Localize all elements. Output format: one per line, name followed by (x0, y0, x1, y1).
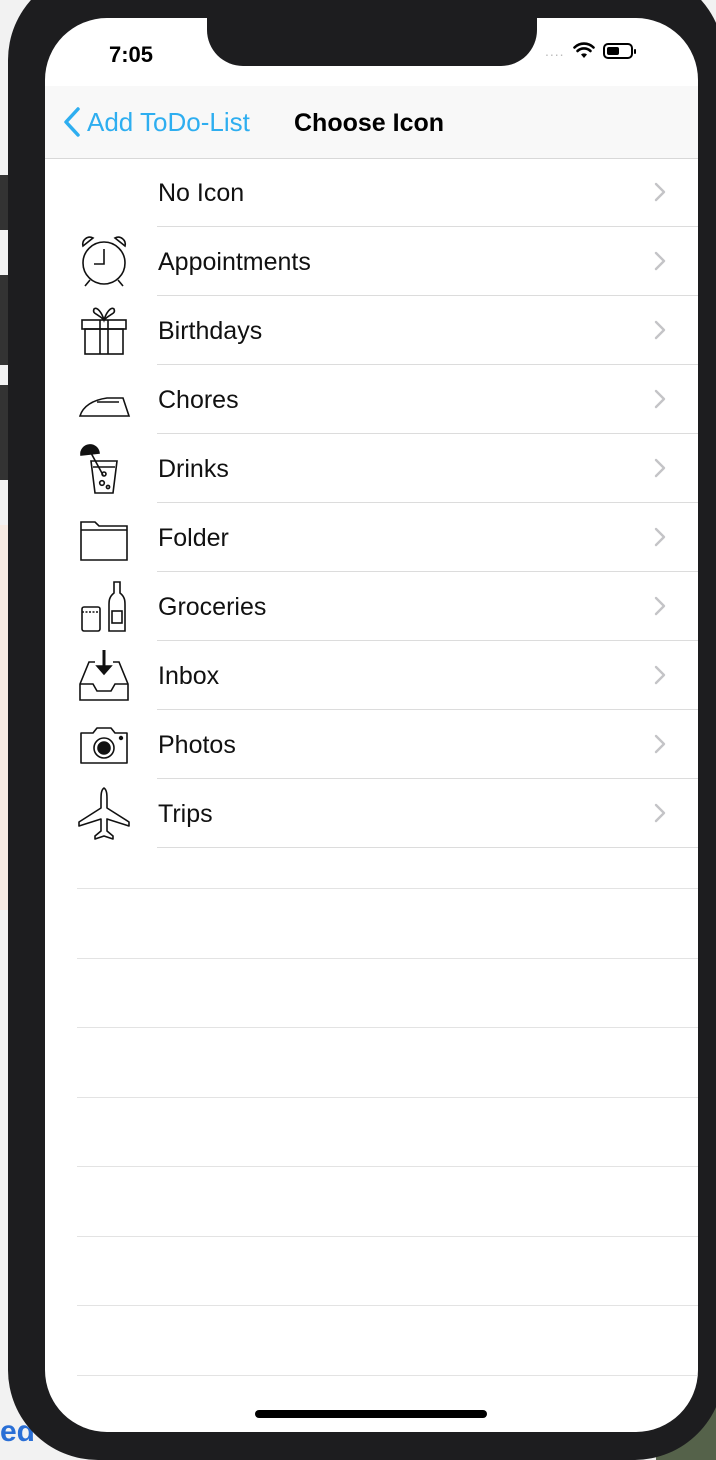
drink-icon (80, 444, 118, 494)
chevron-right-icon (654, 458, 666, 478)
alarm-clock-icon (81, 236, 127, 287)
list-item-label: Groceries (158, 593, 267, 621)
list-item-label: Inbox (158, 662, 220, 690)
list-item-label: No Icon (158, 179, 245, 207)
status-icons: .... (545, 42, 636, 59)
empty-row-separator (77, 888, 698, 889)
list-item-chores[interactable]: Chores (45, 365, 698, 434)
list-item-trips[interactable]: Trips (45, 779, 698, 848)
icon-list: No Icon Appointments Birthdays Chores Dr… (45, 158, 698, 848)
chevron-right-icon (654, 734, 666, 754)
list-item-label: Chores (158, 386, 239, 414)
chevron-left-icon (64, 107, 80, 137)
list-item-birthdays[interactable]: Birthdays (45, 296, 698, 365)
notch (207, 18, 537, 66)
chevron-right-icon (654, 182, 666, 202)
groceries-icon (81, 581, 126, 632)
list-item-label: Photos (158, 731, 236, 759)
chevron-right-icon (654, 596, 666, 616)
phone-screen: 7:05 .... Add ToDo-List Choose Icon No I… (45, 18, 698, 1432)
list-item-inbox[interactable]: Inbox (45, 641, 698, 710)
back-button[interactable]: Add ToDo-List (63, 106, 250, 138)
back-button-label: Add ToDo-List (87, 106, 250, 137)
chevron-right-icon (654, 665, 666, 685)
phone-frame: 7:05 .... Add ToDo-List Choose Icon No I… (8, 0, 716, 1460)
list-item-no-icon[interactable]: No Icon (45, 158, 698, 227)
row-separator (157, 847, 698, 848)
empty-row-separator (77, 1097, 698, 1098)
status-time: 7:05 (109, 42, 154, 67)
empty-row-separator (77, 1305, 698, 1306)
folder-icon (80, 521, 128, 561)
empty-row-separator (77, 1375, 698, 1376)
list-item-groceries[interactable]: Groceries (45, 572, 698, 641)
iron-icon (78, 397, 131, 417)
gift-icon (81, 307, 127, 355)
list-item-label: Appointments (158, 248, 311, 276)
inbox-icon (79, 650, 129, 701)
camera-icon (80, 727, 128, 764)
chevron-right-icon (654, 803, 666, 823)
list-item-appointments[interactable]: Appointments (45, 227, 698, 296)
list-item-folder[interactable]: Folder (45, 503, 698, 572)
chevron-right-icon (654, 389, 666, 409)
list-item-label: Folder (158, 524, 229, 552)
chevron-right-icon (654, 527, 666, 547)
chevron-right-icon (654, 251, 666, 271)
empty-row-separator (77, 1027, 698, 1028)
home-indicator[interactable] (255, 1410, 487, 1418)
navigation-bar: Add ToDo-List Choose Icon (45, 86, 698, 159)
list-item-label: Drinks (158, 455, 229, 483)
list-item-drinks[interactable]: Drinks (45, 434, 698, 503)
empty-row-separator (77, 1166, 698, 1167)
battery-icon (602, 42, 636, 59)
list-item-label: Birthdays (158, 317, 263, 345)
list-item-photos[interactable]: Photos (45, 710, 698, 779)
chevron-right-icon (654, 320, 666, 340)
signal-dots: .... (545, 42, 565, 59)
list-item-label: Trips (158, 800, 213, 828)
empty-row-separator (77, 1236, 698, 1237)
empty-row-separator (77, 958, 698, 959)
wifi-icon (572, 42, 595, 58)
airplane-icon (78, 787, 130, 840)
page-title: Choose Icon (294, 109, 445, 137)
